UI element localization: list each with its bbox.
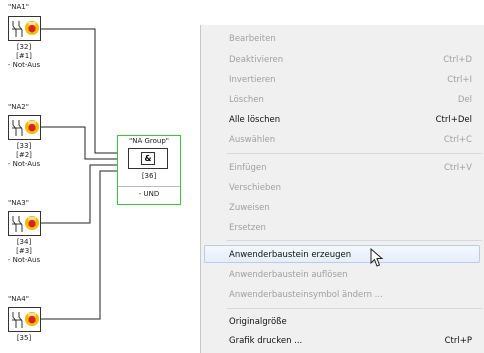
menu-item-auswaehlen[interactable]: Auswählen Ctrl+C	[201, 131, 484, 149]
menu-item-label: Originalgröße	[229, 317, 287, 327]
context-menu: Bearbeiten Deaktivieren Ctrl+D Invertier…	[200, 25, 484, 353]
block-index: [#1]	[16, 52, 32, 60]
emergency-stop-block-na3[interactable]	[8, 211, 41, 236]
menu-item-deaktivieren[interactable]: Deaktivieren Ctrl+D	[201, 51, 484, 69]
block-description: - Not-Aus	[7, 160, 41, 168]
emergency-stop-icon	[25, 21, 39, 35]
menu-item-label: Zuweisen	[229, 203, 270, 213]
menu-item-label: Invertieren	[229, 75, 276, 85]
block-info-na4: [35]	[0, 334, 54, 343]
switch-contact-icon	[12, 216, 23, 232]
menu-item-shortcut: Ctrl+Del	[435, 115, 472, 125]
menu-item-shortcut: Ctrl+C	[443, 135, 472, 145]
menu-item-shortcut: Del	[457, 95, 472, 105]
block-number: [33]	[16, 142, 32, 150]
menu-item-einfuegen[interactable]: Einfügen Ctrl+V	[201, 159, 484, 177]
menu-item-label: Verschieben	[229, 183, 281, 193]
menu-item-shortcut: Ctrl+V	[443, 163, 472, 173]
block-index: [#3]	[16, 247, 32, 255]
and-gate-symbol: &	[141, 152, 155, 165]
group-label: - UND	[138, 190, 160, 198]
menu-item-grafik-drucken[interactable]: Grafik drucken ... Ctrl+P	[201, 332, 484, 350]
menu-item-shortcut: Ctrl+I	[447, 75, 472, 85]
block-number: [34]	[16, 238, 32, 246]
block-info-na3: [34] [#3] - Not-Aus	[0, 238, 54, 265]
block-number: [32]	[16, 43, 32, 51]
menu-item-bearbeiten[interactable]: Bearbeiten	[201, 30, 484, 48]
menu-item-anwenderbaustein-aufloesen[interactable]: Anwenderbaustein auflösen	[201, 266, 484, 284]
block-title-na1: "NA1"	[8, 3, 29, 11]
block-index: [#2]	[16, 151, 32, 159]
menu-item-shortcut: Ctrl+P	[444, 336, 472, 346]
switch-contact-icon	[12, 312, 23, 328]
menu-item-loeschen[interactable]: Löschen Del	[201, 91, 484, 109]
menu-separator	[227, 153, 482, 154]
na-group-block[interactable]: "NA Group" & [36] - UND	[117, 135, 181, 205]
emergency-stop-icon	[25, 312, 39, 326]
menu-item-label: Anwenderbausteinsymbol ändern ...	[229, 290, 383, 300]
menu-item-label: Grafik drucken ...	[229, 336, 303, 346]
menu-item-label: Anwenderbaustein auflösen	[229, 270, 348, 280]
group-number: [36]	[141, 172, 157, 180]
emergency-stop-icon	[25, 216, 39, 230]
group-divider	[118, 186, 180, 187]
menu-item-label: Bearbeiten	[229, 34, 276, 44]
menu-item-label: Einfügen	[229, 163, 267, 173]
block-title-na4: "NA4"	[8, 295, 29, 303]
block-info-na1: [32] [#1] - Not-Aus	[0, 43, 54, 70]
menu-item-label: Löschen	[229, 95, 264, 105]
menu-item-anwenderbausteinsymbol-aendern[interactable]: Anwenderbausteinsymbol ändern ...	[201, 286, 484, 304]
emergency-stop-icon	[25, 120, 39, 134]
block-description: - Not-Aus	[7, 256, 41, 264]
block-title-na2: "NA2"	[8, 103, 29, 111]
menu-item-label: Deaktivieren	[229, 55, 284, 65]
menu-item-label: Alle löschen	[229, 115, 281, 125]
menu-item-anwenderbaustein-erzeugen[interactable]: Anwenderbaustein erzeugen	[204, 245, 480, 263]
menu-item-zuweisen[interactable]: Zuweisen	[201, 199, 484, 217]
menu-item-ersetzen[interactable]: Ersetzen	[201, 219, 484, 237]
emergency-stop-block-na1[interactable]	[8, 16, 41, 41]
menu-separator	[227, 240, 482, 241]
group-title: "NA Group"	[128, 137, 169, 145]
menu-separator	[227, 308, 482, 309]
menu-item-shortcut: Ctrl+D	[443, 55, 472, 65]
emergency-stop-block-na2[interactable]	[8, 115, 41, 140]
menu-item-originalgroesse[interactable]: Originalgröße	[201, 313, 484, 331]
menu-item-label: Anwenderbaustein erzeugen	[229, 250, 352, 260]
menu-item-label: Ersetzen	[229, 223, 266, 233]
menu-item-alle-loeschen[interactable]: Alle löschen Ctrl+Del	[201, 111, 484, 129]
menu-item-invertieren[interactable]: Invertieren Ctrl+I	[201, 71, 484, 89]
and-gate[interactable]: &	[128, 148, 168, 169]
mouse-pointer-icon	[370, 248, 384, 267]
switch-contact-icon	[12, 21, 23, 37]
block-title-na3: "NA3"	[8, 199, 29, 207]
emergency-stop-block-na4[interactable]	[8, 307, 41, 332]
block-description: - Not-Aus	[7, 61, 41, 69]
switch-contact-icon	[12, 120, 23, 136]
block-info-na2: [33] [#2] - Not-Aus	[0, 142, 54, 169]
menu-item-label: Auswählen	[229, 135, 276, 145]
menu-item-verschieben[interactable]: Verschieben	[201, 179, 484, 197]
block-number: [35]	[16, 334, 32, 342]
